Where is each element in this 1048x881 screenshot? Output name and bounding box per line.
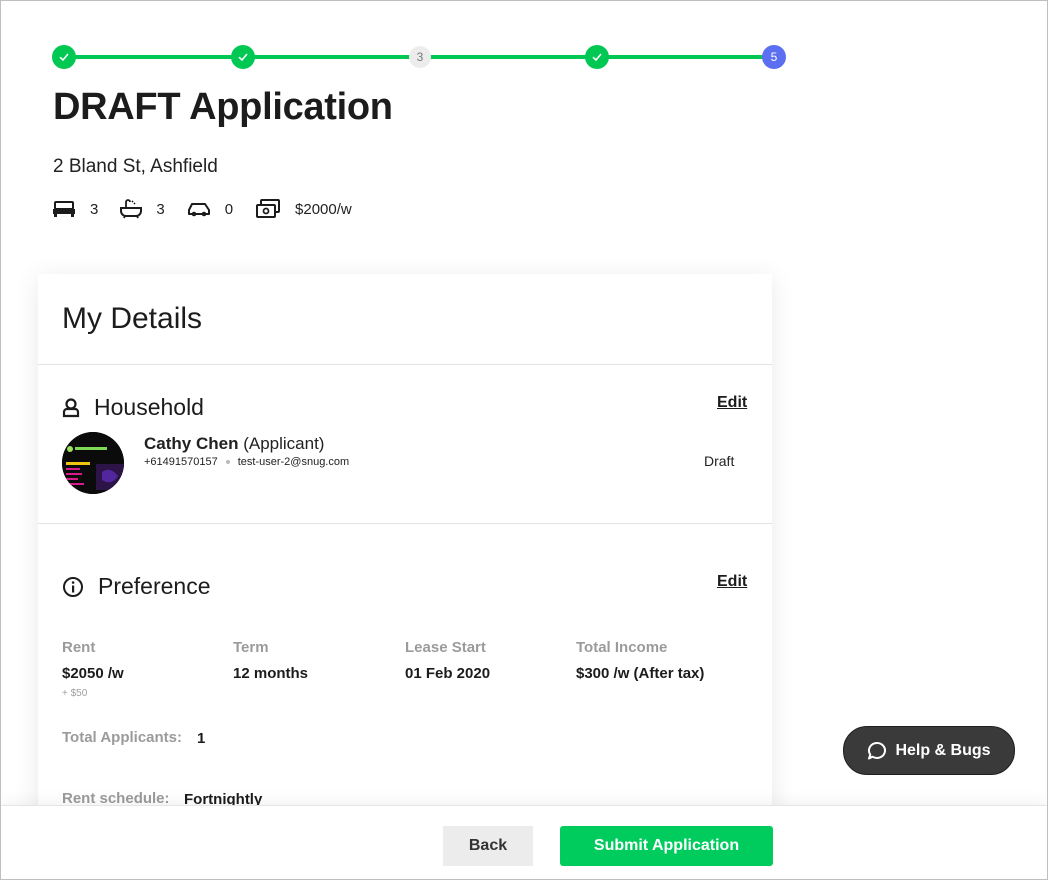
person-icon (62, 397, 80, 417)
bathtub-icon (120, 199, 143, 219)
cash-icon (256, 199, 281, 218)
preference-edit-link[interactable]: Edit (717, 573, 747, 591)
household-edit-link[interactable]: Edit (717, 394, 747, 412)
divider (38, 523, 772, 524)
bathrooms-feature: 3 (120, 199, 165, 219)
lease-start-label: Lease Start (405, 639, 486, 656)
property-features: 3 3 0 $2000/w (52, 199, 374, 219)
bottom-action-bar: Back Submit Application (0, 805, 1048, 881)
preference-heading: Preference (62, 573, 211, 600)
page-title: DRAFT Application (53, 86, 393, 128)
applicant-name: Cathy Chen (Applicant) (144, 434, 324, 454)
avatar-image (62, 432, 124, 494)
check-icon (238, 53, 248, 62)
rent-label: Rent (62, 639, 96, 656)
step-1-complete[interactable] (52, 45, 76, 69)
preference-title: Preference (98, 573, 211, 599)
info-icon (63, 576, 83, 597)
step-2-complete[interactable] (231, 45, 255, 69)
lease-start-value: 01 Feb 2020 (405, 665, 491, 682)
applicant-contact: +61491570157 test-user-2@snug.com (144, 456, 349, 468)
rent-amount: $2000/w (295, 200, 352, 218)
rent-extra: + $50 (62, 688, 88, 699)
total-applicants-label: Total Applicants: (62, 729, 182, 746)
applicant-full-name: Cathy Chen (144, 434, 239, 453)
avatar[interactable] (62, 432, 124, 494)
bedrooms-count: 3 (90, 200, 99, 218)
rent-value: $2050 /w (62, 665, 124, 682)
step-5-current[interactable]: 5 (762, 45, 786, 69)
divider (38, 364, 772, 365)
bed-icon (53, 201, 75, 217)
check-icon (59, 53, 69, 62)
parking-feature: 0 (187, 201, 233, 218)
bedrooms-feature: 3 (52, 200, 98, 218)
property-address: 2 Bland St, Ashfield (53, 156, 218, 177)
help-bugs-button[interactable]: Help & Bugs (843, 726, 1015, 775)
submit-application-button[interactable]: Submit Application (560, 826, 773, 866)
card-title: My Details (62, 302, 203, 335)
parking-count: 0 (224, 200, 234, 218)
household-heading: Household (62, 394, 204, 421)
step-4-complete[interactable] (585, 45, 609, 69)
chat-bubble-icon (868, 741, 887, 759)
rent-feature: $2000/w (255, 199, 352, 219)
term-label: Term (233, 639, 269, 656)
step-3-pending[interactable]: 3 (409, 46, 431, 68)
back-button[interactable]: Back (443, 826, 533, 866)
check-icon (592, 53, 602, 62)
step-3-label: 3 (416, 50, 424, 64)
total-applicants-value: 1 (197, 730, 206, 747)
my-details-card: My Details Household Edit Cathy Chen (Ap… (38, 274, 772, 834)
car-icon (187, 203, 210, 217)
help-bugs-label: Help & Bugs (895, 741, 991, 759)
progress-stepper: 3 5 (52, 44, 788, 70)
total-income-value: $300 /w (After tax) (576, 665, 705, 682)
term-value: 12 months (233, 665, 309, 682)
separator-dot (225, 460, 230, 464)
applicant-email: test-user-2@snug.com (237, 456, 350, 468)
applicant-phone: +61491570157 (144, 456, 218, 468)
bathrooms-count: 3 (156, 200, 165, 218)
household-title: Household (94, 394, 204, 420)
step-5-label: 5 (770, 50, 778, 64)
total-income-label: Total Income (576, 639, 668, 656)
applicant-status: Draft (704, 453, 735, 469)
applicant-role: (Applicant) (243, 434, 325, 453)
